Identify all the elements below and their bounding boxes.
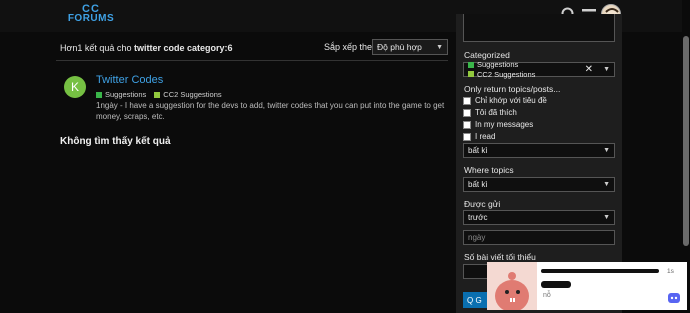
chevron-down-icon: ▼	[603, 181, 610, 188]
results-summary: Hơn1 kết quả cho twitter code category:6	[56, 43, 232, 53]
select-value: bất kì	[468, 180, 488, 189]
checkbox-i-read[interactable]: I read	[463, 132, 495, 141]
notification-image	[487, 262, 537, 310]
checkbox[interactable]	[463, 132, 471, 141]
notification-subtext: nỗ	[543, 292, 551, 299]
category-name: CC2 Suggestions	[163, 90, 222, 99]
where-topics-label: Where topics	[464, 165, 514, 175]
chevron-down-icon: ▼	[436, 43, 443, 51]
checkbox-liked[interactable]: Tôi đã thích	[463, 108, 517, 117]
divider	[56, 60, 448, 61]
search-result-item[interactable]: K Twitter Codes Suggestions CC2 Suggesti…	[56, 70, 448, 126]
posted-label: Được gửi	[464, 199, 501, 209]
tag-name: Suggestions	[477, 60, 519, 69]
no-results-message: Không tìm thấy kết quả	[60, 136, 171, 147]
select-value: bất kì	[468, 146, 488, 155]
checkbox[interactable]	[463, 120, 471, 129]
category-badge-cc2-suggestions[interactable]: CC2 Suggestions	[154, 90, 222, 99]
select-value: trước	[468, 213, 488, 222]
checkbox-label: Chỉ khớp với tiêu đề	[475, 96, 547, 105]
sort-label: Sắp xếp theo	[324, 42, 378, 52]
checkbox[interactable]	[463, 96, 471, 105]
results-prefix: Hơn1 kết quả cho	[60, 43, 134, 53]
chevron-down-icon: ▼	[603, 147, 610, 154]
topic-excerpt: 1ngày - I have a suggestion for the devs…	[96, 100, 446, 122]
only-return-select[interactable]: bất kì ▼	[463, 143, 615, 158]
checkbox-label: Tôi đã thích	[475, 108, 517, 117]
date-input[interactable]: ngày	[463, 230, 615, 245]
only-return-label: Only return topics/posts...	[464, 84, 561, 94]
where-topics-select[interactable]: bất kì ▼	[463, 177, 615, 192]
tag-name: CC2 Suggestions	[477, 69, 536, 79]
checkbox-title-only[interactable]: Chỉ khớp với tiêu đề	[463, 96, 547, 105]
post-age: 1ngày	[96, 101, 118, 110]
topic-title-link[interactable]: Twitter Codes	[96, 74, 163, 86]
category-color-square	[154, 91, 161, 98]
pink-creature-icon	[495, 272, 529, 310]
checkbox-label: I read	[475, 132, 496, 141]
chevron-down-icon: ▼	[603, 214, 610, 221]
notification-time: 1s	[667, 268, 674, 275]
checkbox-label: In my messages	[475, 120, 534, 129]
category-tags: Suggestions CC2 Suggestions	[468, 60, 585, 79]
category-tag-suggestions[interactable]: Suggestions	[468, 60, 518, 69]
chooser-controls: ✕ ▼	[585, 64, 610, 75]
category-chooser[interactable]: Suggestions CC2 Suggestions ✕ ▼	[463, 60, 615, 79]
results-query: twitter code category:6	[133, 43, 233, 53]
logo-line2: FORUMS	[67, 13, 115, 24]
categorized-label: Categorized	[464, 50, 510, 60]
sort-select[interactable]: Độ phù hợp ▼	[372, 39, 448, 55]
checkbox-in-messages[interactable]: In my messages	[463, 120, 533, 129]
scrollbar-thumb[interactable]	[683, 36, 689, 246]
category-color-square	[468, 71, 474, 77]
sort-value: Độ phù hợp	[377, 42, 422, 52]
min-posts-label: Số bài viết tối thiểu	[464, 252, 536, 262]
clear-icon[interactable]: ✕	[585, 64, 593, 75]
notification-popup[interactable]: 1s nỗ	[487, 262, 687, 310]
redacted-text	[541, 281, 571, 288]
checkbox[interactable]	[463, 108, 471, 117]
poster-avatar[interactable]: K	[64, 76, 86, 98]
category-badge-suggestions[interactable]: Suggestions	[96, 90, 146, 99]
category-color-square	[468, 61, 474, 68]
topic-categories: Suggestions CC2 Suggestions	[96, 90, 222, 99]
search-term-input[interactable]	[463, 14, 615, 42]
posted-select[interactable]: trước ▼	[463, 210, 615, 225]
discord-icon	[668, 293, 680, 303]
category-tag-cc2-suggestions[interactable]: CC2 Suggestions	[468, 70, 535, 79]
category-color-square	[96, 91, 102, 98]
date-placeholder: ngày	[468, 233, 486, 242]
site-logo[interactable]: CC FORUMS	[66, 4, 116, 26]
excerpt-text: - I have a suggestion for the devs to ad…	[96, 101, 445, 121]
chevron-down-icon[interactable]: ▼	[603, 66, 610, 73]
category-name: Suggestions	[105, 90, 147, 99]
results-bar: Hơn1 kết quả cho twitter code category:6…	[56, 38, 448, 58]
redacted-text	[541, 269, 659, 273]
